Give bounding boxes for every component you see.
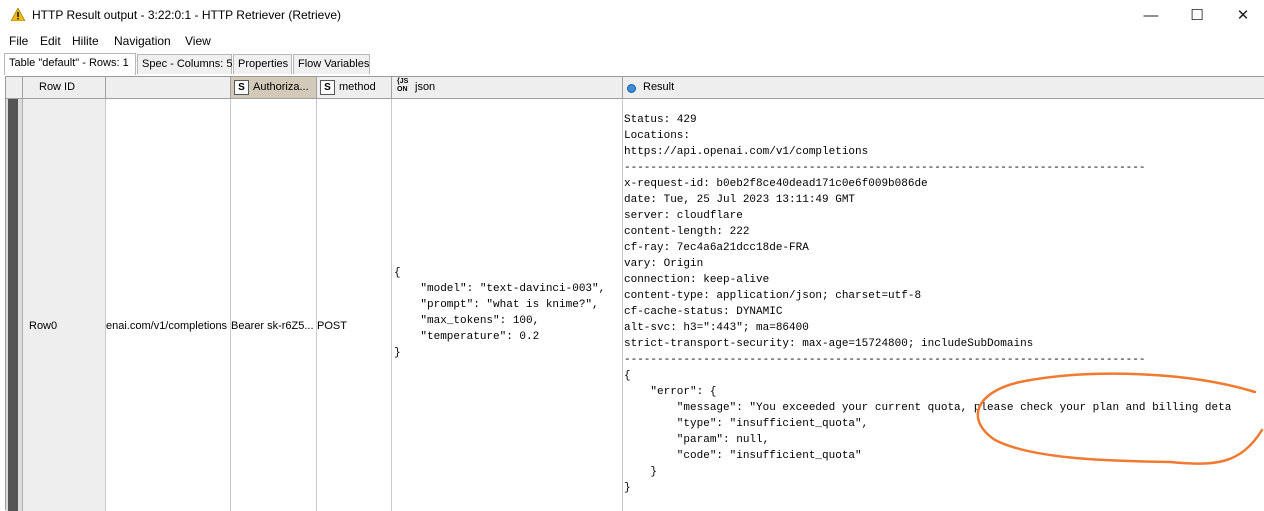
- column-header-url[interactable]: [106, 77, 231, 99]
- table-cell-method[interactable]: POST: [317, 99, 392, 511]
- table-cell-authorization[interactable]: Bearer sk-r6Z5...: [231, 99, 317, 511]
- row-id: Row0: [29, 320, 58, 332]
- column-header-label: Row ID: [39, 81, 76, 93]
- table-cell-url[interactable]: enai.com/v1/completions: [106, 99, 231, 511]
- maximize-button[interactable]: ☐: [1174, 0, 1220, 30]
- url-value: enai.com/v1/completions: [106, 320, 228, 332]
- menu-navigation[interactable]: Navigation: [114, 34, 171, 48]
- json-type-icon-top: {JS: [397, 78, 409, 85]
- json-value: { "model": "text-davinci-003", "prompt":…: [394, 267, 606, 359]
- column-header-row-id[interactable]: Row ID: [23, 77, 106, 99]
- tab-flow-variables[interactable]: Flow Variables: [293, 54, 370, 74]
- table-cell-json[interactable]: { "model": "text-davinci-003", "prompt":…: [392, 99, 623, 511]
- row-header-rail: [6, 99, 23, 511]
- row-selection-marker: [8, 99, 18, 511]
- column-header-label: json: [415, 81, 436, 93]
- minimize-button[interactable]: —: [1128, 0, 1174, 30]
- menu-bar: File Edit Hilite Navigation View: [0, 30, 1264, 52]
- result-type-icon: [627, 84, 636, 93]
- json-type-icon: {JS ON: [397, 78, 408, 94]
- warning-triangle-icon: [11, 8, 25, 21]
- table-cell-result[interactable]: Status: 429 Locations: https://api.opena…: [623, 99, 1264, 511]
- tab-properties[interactable]: Properties: [233, 54, 292, 74]
- close-button[interactable]: ✕: [1220, 0, 1264, 30]
- column-header-label: Result: [643, 81, 675, 93]
- authorization-value: Bearer sk-r6Z5...: [231, 320, 314, 332]
- method-value: POST: [317, 320, 347, 332]
- table-row-id-cell[interactable]: Row0: [23, 99, 106, 511]
- column-header-label: method: [339, 81, 376, 93]
- menu-hilite[interactable]: Hilite: [72, 34, 99, 48]
- tab-table[interactable]: Table "default" - Rows: 1: [4, 53, 136, 75]
- menu-view[interactable]: View: [185, 34, 211, 48]
- column-header-method[interactable]: S method: [317, 77, 392, 99]
- column-header-result[interactable]: Result: [623, 77, 1264, 99]
- corner-header: [6, 77, 23, 99]
- title-bar: HTTP Result output - 3:22:0:1 - HTTP Ret…: [0, 0, 1264, 30]
- window-title: HTTP Result output - 3:22:0:1 - HTTP Ret…: [32, 8, 341, 22]
- menu-edit[interactable]: Edit: [40, 34, 61, 48]
- result-value: Status: 429 Locations: https://api.opena…: [624, 114, 1232, 494]
- tab-strip: Table "default" - Rows: 1 Spec - Columns…: [0, 53, 1264, 75]
- column-header-label: Authoriza...: [253, 81, 309, 93]
- string-type-icon: S: [234, 80, 249, 95]
- column-header-authorization[interactable]: S Authoriza...: [231, 77, 317, 99]
- menu-file[interactable]: File: [9, 34, 28, 48]
- column-header-json[interactable]: {JS ON json: [392, 77, 623, 99]
- data-table: Row ID S Authoriza... S method {JS ON js…: [5, 76, 1264, 511]
- json-type-icon-bottom: ON: [397, 86, 408, 93]
- tab-spec[interactable]: Spec - Columns: 5: [137, 54, 232, 74]
- string-type-icon: S: [320, 80, 335, 95]
